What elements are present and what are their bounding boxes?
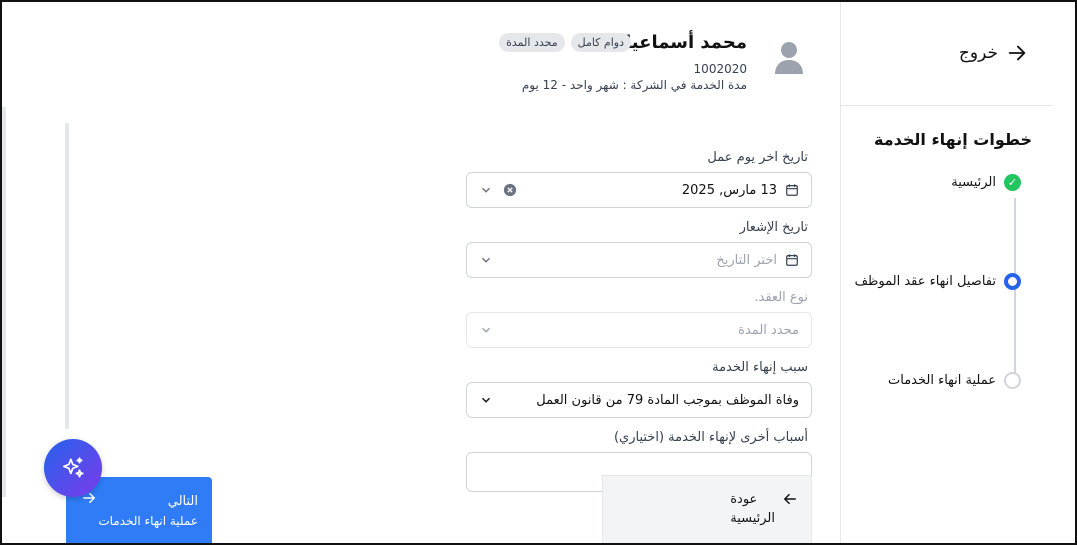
sparkles-icon: [62, 457, 84, 478]
contract-type-select: محدد المدة: [466, 312, 812, 348]
arrow-left-icon: [784, 493, 796, 505]
termination-reason-label: سبب إنهاء الخدمة: [712, 360, 808, 375]
sidebar: خروج خطوات إنهاء الخدمة الرئيسية ✓ تفاصي…: [840, 2, 1075, 543]
chevron-down-icon: [479, 183, 493, 197]
termination-reason-value: وفاة الموظف بموجب المادة 79 من قانون الع…: [536, 392, 799, 408]
app-window: خروج خطوات إنهاء الخدمة الرئيسية ✓ تفاصي…: [0, 0, 1077, 545]
employee-id: 1002020: [693, 62, 747, 76]
notice-date-label: تاريخ الإشعار: [739, 220, 808, 235]
back-to-home-button[interactable]: عودة الرئيسية: [602, 475, 812, 543]
last-day-value: 13 مارس, 2025: [681, 182, 777, 198]
step-home[interactable]: الرئيسية ✓: [951, 174, 1021, 191]
back-sublabel: الرئيسية: [730, 511, 775, 526]
calendar-icon: [785, 253, 799, 267]
last-day-label: تاريخ اخر يوم عمل: [707, 150, 808, 165]
clear-icon[interactable]: [503, 183, 517, 197]
ai-assistant-button[interactable]: [44, 439, 102, 497]
next-sublabel: عملية انهاء الخدمات: [98, 514, 198, 528]
active-step-icon: [1004, 273, 1021, 290]
avatar: [775, 42, 803, 74]
termination-reason-select[interactable]: وفاة الموظف بموجب المادة 79 من قانون الع…: [466, 382, 812, 418]
chevron-down-icon: [479, 323, 493, 337]
sidebar-header: خروج: [841, 2, 1053, 106]
contract-type-label: نوع العقد.: [754, 290, 808, 305]
check-icon: ✓: [1004, 174, 1021, 191]
step-termination-process[interactable]: عملية انهاء الخدمات: [888, 372, 1021, 389]
left-edge-divider: [2, 107, 6, 497]
notice-date-picker[interactable]: اختر التاريخ: [466, 242, 812, 278]
exit-button[interactable]: خروج: [959, 42, 1028, 64]
step-label: الرئيسية: [951, 175, 996, 190]
arrow-right-icon: [1008, 45, 1026, 61]
back-label: عودة: [730, 492, 758, 507]
employee-name: محمد أسماعيل: [615, 32, 747, 53]
exit-label: خروج: [958, 43, 998, 63]
step-contract-details[interactable]: تفاصيل انهاء عقد الموظف: [855, 273, 1021, 290]
notice-date-placeholder: اختر التاريخ: [716, 252, 777, 268]
other-reasons-label: أسباب أخرى لإنهاء الخدمة (اختياري): [613, 430, 808, 445]
scrollbar[interactable]: [65, 123, 69, 429]
steps-title: خطوات إنهاء الخدمة: [874, 130, 1032, 149]
chevron-down-icon: [479, 253, 493, 267]
calendar-icon: [785, 183, 799, 197]
step-label: تفاصيل انهاء عقد الموظف: [854, 274, 996, 289]
last-day-date-picker[interactable]: 13 مارس, 2025: [466, 172, 812, 208]
chevron-down-icon: [479, 393, 493, 407]
service-duration: مدة الخدمة في الشركة : شهر واحد - 12 يوم: [521, 78, 747, 92]
status-badge: محدد المدة: [499, 33, 565, 52]
status-badge: دوام كامل: [570, 33, 631, 52]
contract-type-value: محدد المدة: [738, 322, 799, 338]
pending-step-icon: [1004, 372, 1021, 389]
step-label: عملية انهاء الخدمات: [888, 373, 996, 388]
employee-badges: دوام كامل محدد المدة: [499, 33, 631, 52]
